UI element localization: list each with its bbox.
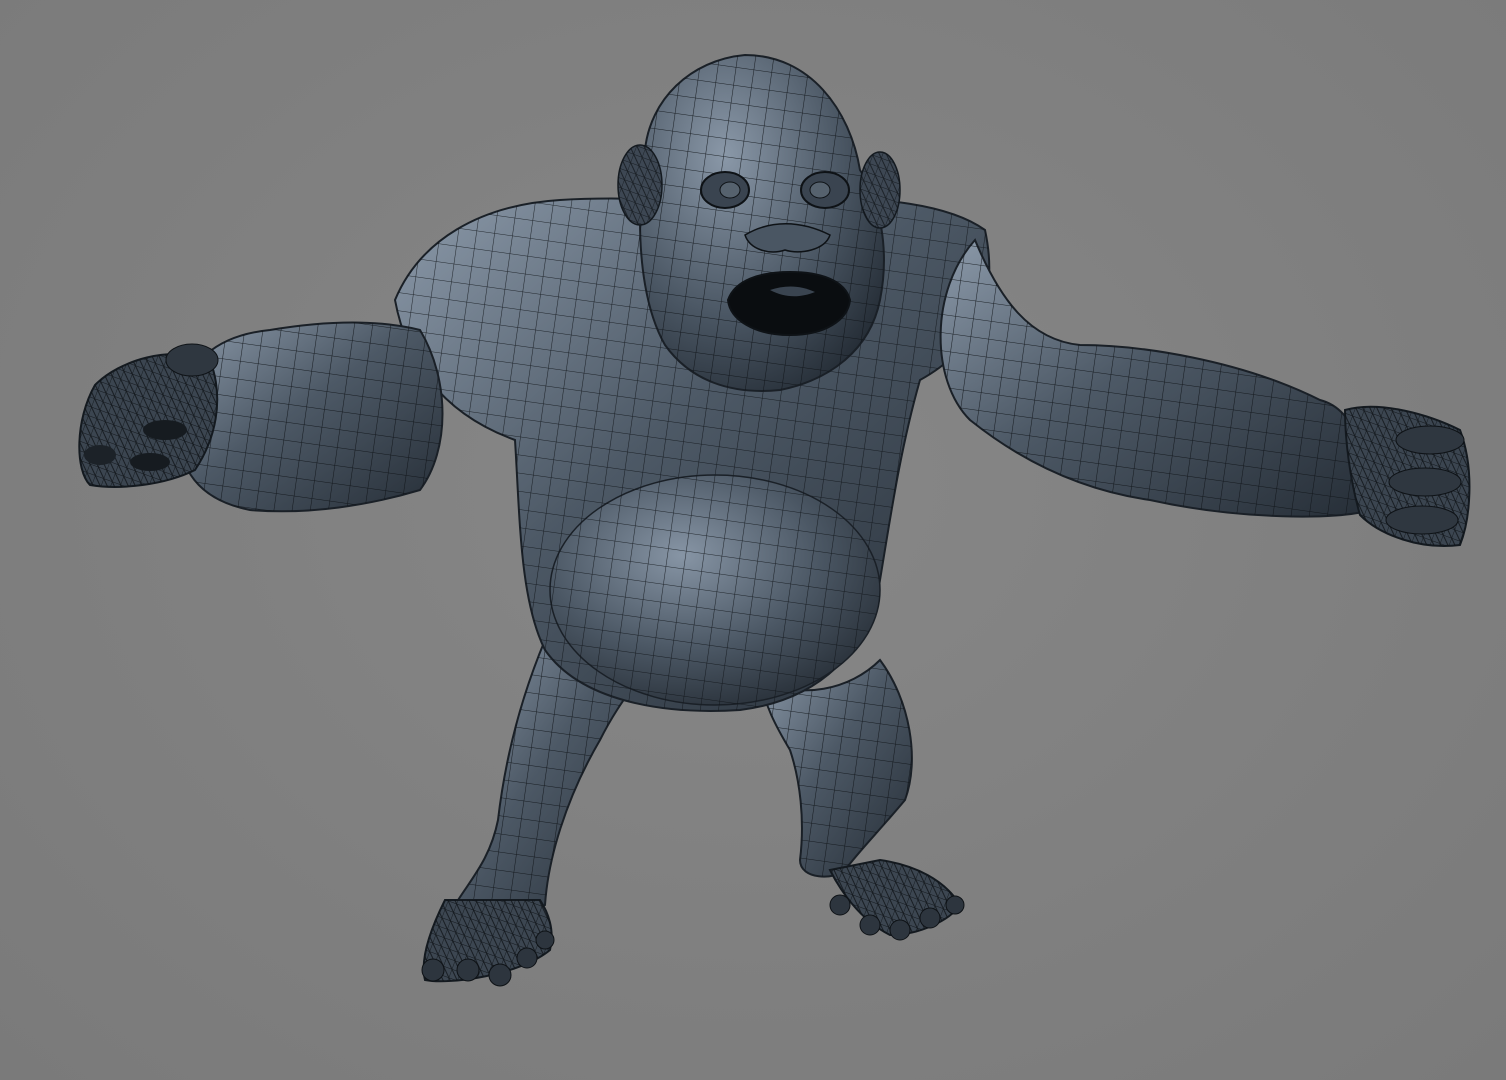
- left-foot: [421, 899, 555, 987]
- right-arm: [939, 238, 1372, 518]
- right-hand: [1343, 405, 1471, 547]
- head: [638, 53, 885, 392]
- 3d-viewport[interactable]: [0, 0, 1506, 1080]
- right-ear: [859, 151, 901, 229]
- belly: [549, 474, 881, 706]
- left-ear: [617, 144, 663, 226]
- gorilla-model[interactable]: [0, 0, 1506, 1080]
- left-hand: [78, 343, 219, 488]
- right-foot: [828, 858, 965, 941]
- left-arm: [178, 321, 444, 513]
